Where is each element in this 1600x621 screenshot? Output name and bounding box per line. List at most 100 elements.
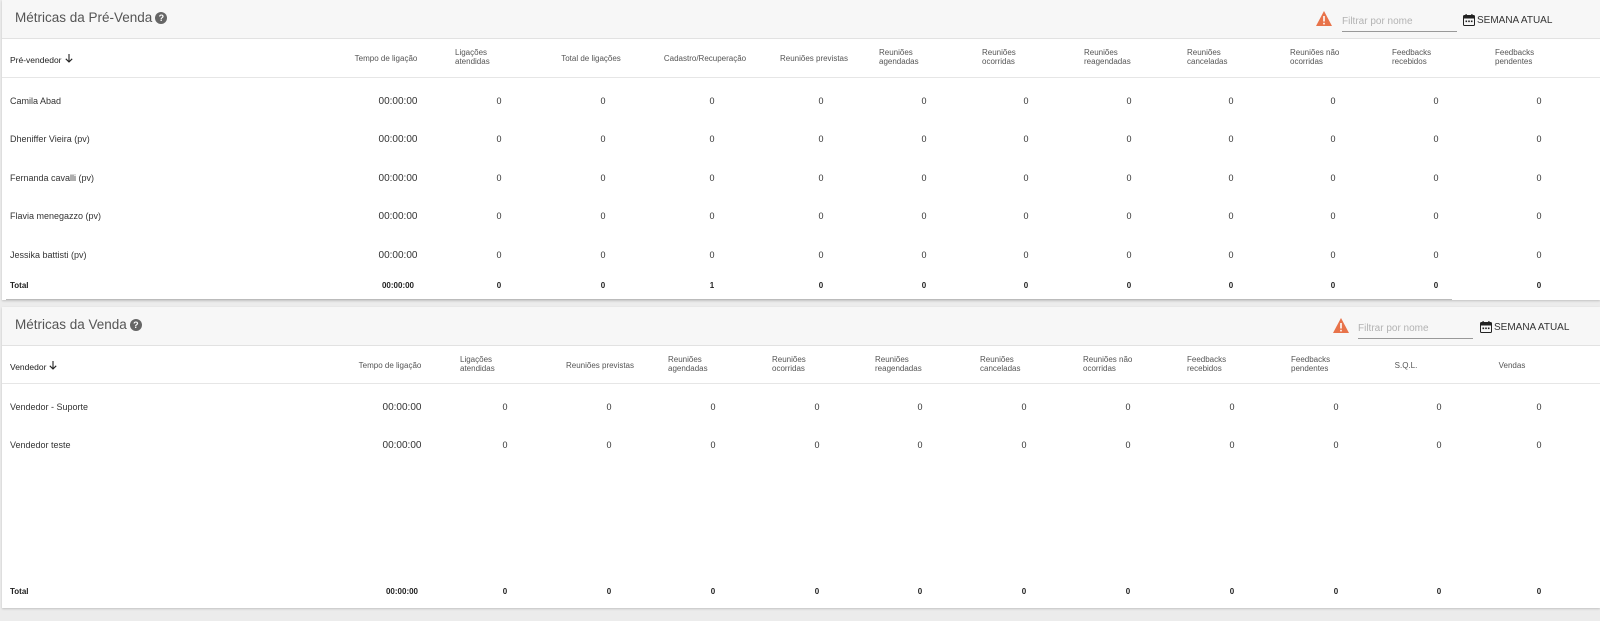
name-column-header[interactable]: Vendedor [10, 361, 57, 372]
column-header[interactable]: Tempo de ligação [326, 54, 446, 63]
column-header[interactable]: Reuniões reagendadas [875, 355, 922, 373]
total-label: Total [10, 587, 29, 596]
column-header[interactable]: Cadastro/Recuperação [645, 54, 765, 63]
column-header[interactable]: Reuniões canceladas [980, 355, 1020, 373]
table-cell: 0 [1330, 281, 1336, 290]
row-name: Jessika battisti (pv) [10, 250, 87, 260]
table-cell: 0 [814, 402, 820, 412]
table-cell: 0 [1330, 211, 1336, 221]
table-cell: 0 [1333, 440, 1339, 450]
column-header[interactable]: Reuniões agendadas [879, 48, 919, 66]
table-cell: 0 [1126, 173, 1132, 183]
table-cell: 0 [1330, 134, 1336, 144]
help-icon[interactable]: ? [155, 11, 168, 24]
table-cell: 0 [1228, 173, 1234, 183]
column-header[interactable]: Ligações atendidas [460, 355, 495, 373]
table-cell: 0 [606, 402, 612, 412]
table-cell: 0 [1536, 96, 1542, 106]
table-cell: 0 [1229, 440, 1235, 450]
table-cell: 0 [600, 96, 606, 106]
name-column-header[interactable]: Pré-vendedor [10, 54, 73, 65]
table-cell: 0 [709, 96, 715, 106]
column-header[interactable]: Reuniões não ocorridas [1083, 355, 1132, 373]
table-cell: 0 [921, 173, 927, 183]
help-icon[interactable]: ? [129, 318, 142, 331]
week-selector-button[interactable]: SEMANA ATUAL [1480, 321, 1569, 333]
week-selector-button[interactable]: SEMANA ATUAL [1463, 14, 1552, 26]
calendar-icon [1480, 321, 1492, 333]
table-cell: 00:00:00 [378, 96, 418, 107]
table-cell: 0 [917, 587, 923, 596]
column-header[interactable]: Total de ligações [531, 54, 651, 63]
table-cell: 0 [600, 281, 606, 290]
table-cell: 0 [1125, 402, 1131, 412]
pre-venda-title-text: Métricas da Pré-Venda [15, 10, 153, 25]
table-cell: 0 [1330, 250, 1336, 260]
table-cell: 0 [709, 173, 715, 183]
table-cell: 0 [1333, 402, 1339, 412]
column-header[interactable]: Ligações atendidas [455, 48, 490, 66]
table-cell: 0 [496, 96, 502, 106]
column-header[interactable]: Reuniões agendadas [668, 355, 708, 373]
name-column-label: Pré-vendedor [10, 55, 62, 65]
pre-venda-header: Métricas da Pré-Venda ? SEMANA ATUAL [2, 0, 1600, 39]
table-cell: 0 [1536, 211, 1542, 221]
table-cell: 0 [1536, 402, 1542, 412]
column-header[interactable]: Reuniões canceladas [1187, 48, 1227, 66]
column-header[interactable]: Reuniões não ocorridas [1290, 48, 1339, 66]
table-cell: 0 [1126, 281, 1132, 290]
table-cell: 0 [1023, 134, 1029, 144]
table-cell: 0 [1436, 402, 1442, 412]
table-cell: 0 [1228, 250, 1234, 260]
table-cell: 0 [818, 134, 824, 144]
warning-icon [1316, 11, 1332, 26]
column-header[interactable]: Vendas [1452, 361, 1572, 370]
venda-title: Métricas da Venda ? [15, 317, 142, 332]
sort-down-icon[interactable] [49, 361, 57, 372]
table-cell: 0 [1228, 96, 1234, 106]
row-name: Camila Abad [10, 96, 62, 106]
column-header[interactable]: Feedbacks recebidos [1187, 355, 1226, 373]
column-header[interactable]: S.Q.L. [1346, 361, 1466, 370]
table-cell: 0 [1023, 211, 1029, 221]
calendar-icon [1463, 14, 1475, 26]
table-cell: 0 [1433, 173, 1439, 183]
sort-down-icon[interactable] [64, 54, 73, 65]
venda-title-text: Métricas da Venda [15, 317, 127, 332]
column-header[interactable]: Reuniões previstas [754, 54, 874, 63]
column-header[interactable]: Reuniões ocorridas [982, 48, 1016, 66]
column-header[interactable]: Reuniões ocorridas [772, 355, 806, 373]
table-cell: 0 [1436, 587, 1442, 596]
table-cell: 0 [1330, 96, 1336, 106]
table-cell: 00:00:00 [385, 587, 419, 596]
table-cell: 0 [710, 587, 716, 596]
filter-name-input[interactable] [1358, 318, 1473, 339]
filter-name-input[interactable] [1342, 11, 1457, 32]
table-cell: 0 [709, 134, 715, 144]
table-cell: 0 [502, 587, 508, 596]
column-header[interactable]: Reuniões previstas [540, 361, 660, 370]
column-header[interactable]: Feedbacks recebidos [1392, 48, 1431, 66]
table-cell: 0 [710, 402, 716, 412]
column-header[interactable]: Feedbacks pendentes [1291, 355, 1330, 373]
column-header[interactable]: Tempo de ligação [330, 361, 450, 370]
table-cell: 0 [1536, 250, 1542, 260]
column-header[interactable]: Reuniões reagendadas [1084, 48, 1131, 66]
row-name: Vendedor teste [10, 440, 71, 450]
table-cell: 00:00:00 [378, 173, 418, 184]
table-cell: 0 [1023, 281, 1029, 290]
table-cell: 0 [1021, 402, 1027, 412]
table-cell: 0 [1021, 440, 1027, 450]
table-cell: 00:00:00 [381, 281, 415, 290]
week-label: SEMANA ATUAL [1477, 14, 1553, 26]
table-cell: 0 [1536, 173, 1542, 183]
table-cell: 0 [1126, 96, 1132, 106]
table-cell: 0 [818, 281, 824, 290]
horizontal-scrollbar[interactable] [6, 299, 1452, 300]
table-cell: 00:00:00 [378, 211, 418, 222]
table-cell: 0 [1228, 281, 1234, 290]
table-cell: 00:00:00 [382, 440, 422, 451]
column-header[interactable]: Feedbacks pendentes [1495, 48, 1534, 66]
row-name: Flavia menegazzo (pv) [10, 211, 102, 221]
table-cell: 0 [502, 402, 508, 412]
